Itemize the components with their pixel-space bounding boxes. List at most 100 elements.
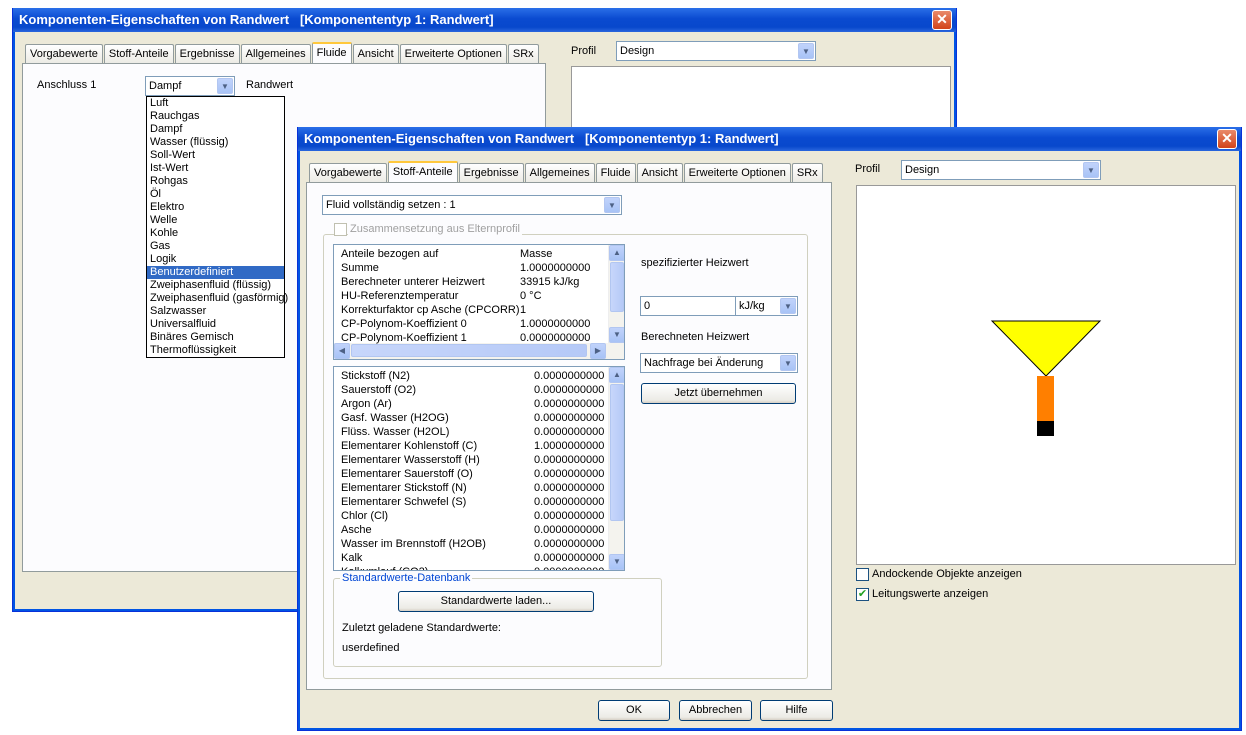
dropdown-option[interactable]: Thermoflüssigkeit [147, 344, 284, 357]
list-item[interactable]: Anteile bezogen auf Masse [341, 248, 552, 260]
list-item-value: 0 °C [520, 290, 542, 302]
list-item[interactable]: Asche 0.0000000000 [341, 524, 604, 536]
chevron-down-icon[interactable]: ▼ [780, 298, 796, 314]
heizwert-unit-combo[interactable]: kJ/kg ▼ [735, 296, 798, 316]
list-item[interactable]: Korrekturfaktor cp Asche (CPCORR) 1 [341, 304, 526, 316]
dropdown-option[interactable]: Rohgas [147, 175, 284, 188]
list-item[interactable]: Stickstoff (N2) 0.0000000000 [341, 370, 604, 382]
dropdown-option[interactable]: Zweiphasenfluid (flüssig) [147, 279, 284, 292]
front-title-bar[interactable]: Komponenten-Eigenschaften von Randwert [… [298, 127, 1241, 151]
heizwert-input[interactable]: 0 [640, 296, 736, 316]
dropdown-option[interactable]: Ist-Wert [147, 162, 284, 175]
tab-stoff-anteile[interactable]: Stoff-Anteile [103, 44, 174, 63]
scroll-thumb[interactable] [610, 384, 624, 521]
jetzt-uebernehmen-button[interactable]: Jetzt übernehmen [641, 383, 796, 404]
back-profil-value: Design [620, 45, 655, 57]
chevron-down-icon[interactable]: ▼ [780, 355, 796, 371]
scroll-up-icon[interactable]: ▲ [609, 245, 624, 261]
hscroll-thumb[interactable] [351, 344, 587, 357]
anschluss-combo[interactable]: Dampf ▼ [145, 76, 235, 96]
list-item[interactable]: Wasser im Brennstoff (H2OB) 0.0000000000 [341, 538, 604, 550]
tab-erweiterte-optionen[interactable]: Erweiterte Optionen [399, 44, 507, 63]
dropdown-option[interactable]: Öl [147, 188, 284, 201]
properties-list[interactable]: ▲ ▼ ◀ ▶ Anteile bezogen auf Masse Summe 1.0… [333, 244, 625, 360]
tab-erweiterte-optionen[interactable]: Erweiterte Optionen [683, 163, 791, 182]
tab-vorgabewerte[interactable]: Vorgabewerte [309, 163, 387, 182]
list-item[interactable]: Summe 1.0000000000 [341, 262, 590, 274]
dropdown-option[interactable]: Elektro [147, 201, 284, 214]
tab-fluide[interactable]: Fluide [311, 42, 352, 63]
zusammensetzung-checkbox[interactable] [334, 223, 347, 236]
scroll-down-icon[interactable]: ▼ [609, 327, 624, 343]
scroll-left-icon[interactable]: ◀ [334, 343, 350, 359]
tab-fluide[interactable]: Fluide [595, 163, 636, 182]
list-item[interactable]: Kalk 0.0000000000 [341, 552, 604, 564]
dropdown-option[interactable]: Wasser (flüssig) [147, 136, 284, 149]
properties-hscrollbar[interactable]: ◀ ▶ [334, 343, 624, 359]
chevron-down-icon[interactable]: ▼ [217, 78, 233, 94]
list-item[interactable]: Chlor (Cl) 0.0000000000 [341, 510, 604, 522]
dropdown-option[interactable]: Benutzerdefiniert [147, 266, 284, 279]
chevron-down-icon[interactable]: ▼ [604, 197, 620, 213]
list-item[interactable]: Flüss. Wasser (H2OL) 0.0000000000 [341, 426, 604, 438]
list-item[interactable]: Sauerstoff (O2) 0.0000000000 [341, 384, 604, 396]
dropdown-option[interactable]: Kohle [147, 227, 284, 240]
tab-srx[interactable]: SRx [507, 44, 539, 63]
scroll-thumb[interactable] [610, 262, 624, 312]
scroll-up-icon[interactable]: ▲ [609, 367, 624, 383]
front-profil-combo[interactable]: Design ▼ [901, 160, 1101, 180]
leitungswerte-checkbox[interactable]: ✔ [856, 588, 869, 601]
tab-allgemeines[interactable]: Allgemeines [240, 44, 311, 63]
properties-vscrollbar[interactable]: ▲ ▼ [608, 245, 624, 343]
nachfrage-combo[interactable]: Nachfrage bei Änderung ▼ [640, 353, 798, 373]
list-item[interactable]: Elementarer Stickstoff (N) 0.0000000000 [341, 482, 604, 494]
list-item[interactable]: Kalkumlauf (CO2) 0.0000000000 [341, 566, 604, 570]
list-item[interactable]: Elementarer Sauerstoff (O) 0.0000000000 [341, 468, 604, 480]
fluid-set-combo[interactable]: Fluid vollständig setzen : 1 ▼ [322, 195, 622, 215]
dropdown-option[interactable]: Universalfluid [147, 318, 284, 331]
dropdown-option[interactable]: Binäres Gemisch [147, 331, 284, 344]
tab-allgemeines[interactable]: Allgemeines [524, 163, 595, 182]
tab-vorgabewerte[interactable]: Vorgabewerte [25, 44, 103, 63]
tab-stoff-anteile[interactable]: Stoff-Anteile [387, 161, 458, 182]
list-item[interactable]: CP-Polynom-Koeffizient 0 1.0000000000 [341, 318, 590, 330]
dropdown-option[interactable]: Welle [147, 214, 284, 227]
back-title-bar[interactable]: Komponenten-Eigenschaften von Randwert [… [13, 8, 956, 32]
tab-ansicht[interactable]: Ansicht [352, 44, 399, 63]
tab-ergebnisse[interactable]: Ergebnisse [458, 163, 524, 182]
list-item[interactable]: Argon (Ar) 0.0000000000 [341, 398, 604, 410]
list-item[interactable]: Elementarer Wasserstoff (H) 0.0000000000 [341, 454, 604, 466]
back-profil-combo[interactable]: Design ▼ [616, 41, 816, 61]
dropdown-option[interactable]: Luft [147, 97, 284, 110]
dropdown-option[interactable]: Gas [147, 240, 284, 253]
list-item[interactable]: Gasf. Wasser (H2OG) 0.0000000000 [341, 412, 604, 424]
dropdown-option[interactable]: Salzwasser [147, 305, 284, 318]
fluid-dropdown-list[interactable]: Luft Rauchgas Dampf Wasser (flüssig) Soll-We… [146, 96, 288, 358]
list-item[interactable]: Berechneter unterer Heizwert 33915 kJ/kg [341, 276, 579, 288]
tab-ergebnisse[interactable]: Ergebnisse [174, 44, 240, 63]
dropdown-option[interactable]: Logik [147, 253, 284, 266]
components-list[interactable]: ▲ ▼ Stickstoff (N2) 0.0000000000 Sauerstof… [333, 366, 625, 571]
components-vscrollbar[interactable]: ▲ ▼ [608, 367, 624, 570]
dropdown-option[interactable]: Dampf [147, 123, 284, 136]
tab-srx[interactable]: SRx [791, 163, 823, 182]
hilfe-button[interactable]: Hilfe [760, 700, 833, 721]
dropdown-option[interactable]: Zweiphasenfluid (gasförmig) [147, 292, 288, 305]
ok-button[interactable]: OK [598, 700, 670, 721]
abbrechen-button[interactable]: Abbrechen [679, 700, 752, 721]
dropdown-option[interactable]: Soll-Wert [147, 149, 284, 162]
andockende-checkbox[interactable] [856, 568, 869, 581]
dropdown-option[interactable]: Rauchgas [147, 110, 284, 123]
standardwerte-laden-button[interactable]: Standardwerte laden... [398, 591, 594, 612]
list-item[interactable]: CP-Polynom-Koeffizient 1 0.0000000000 [341, 332, 590, 344]
front-close-button[interactable]: ✕ [1217, 129, 1237, 149]
scroll-down-icon[interactable]: ▼ [609, 554, 624, 570]
list-item[interactable]: HU-Referenztemperatur 0 °C [341, 290, 542, 302]
back-close-button[interactable]: ✕ [932, 10, 952, 30]
scroll-right-icon[interactable]: ▶ [590, 343, 606, 359]
tab-ansicht[interactable]: Ansicht [636, 163, 683, 182]
chevron-down-icon[interactable]: ▼ [1083, 162, 1099, 178]
list-item[interactable]: Elementarer Schwefel (S) 0.0000000000 [341, 496, 604, 508]
list-item[interactable]: Elementarer Kohlenstoff (C) 1.0000000000 [341, 440, 604, 452]
chevron-down-icon[interactable]: ▼ [798, 43, 814, 59]
